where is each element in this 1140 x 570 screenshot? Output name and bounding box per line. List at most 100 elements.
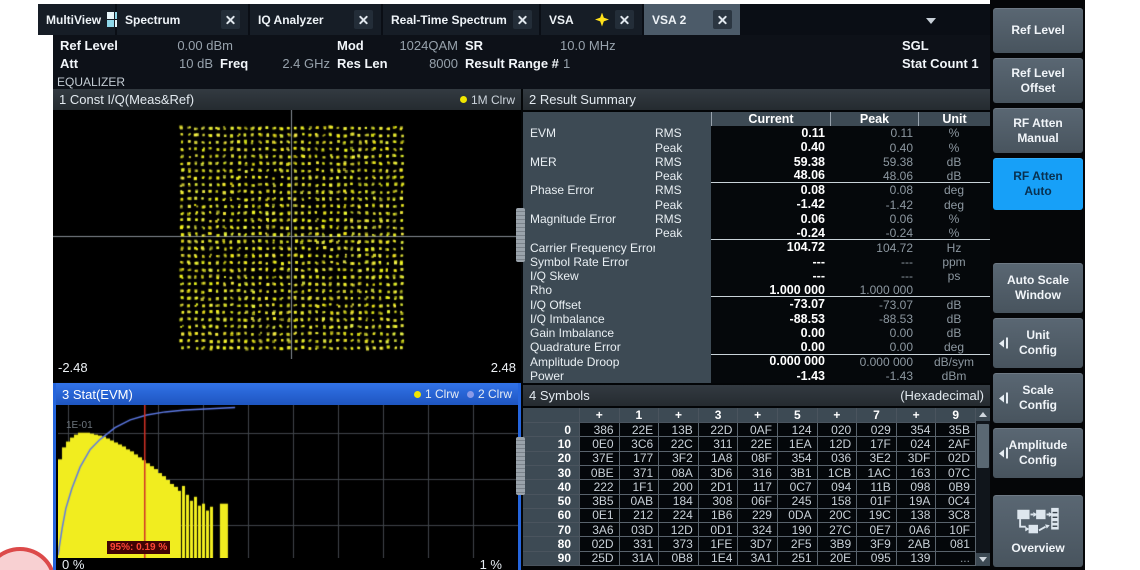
softkey-auto-scale-window[interactable]: Auto Scale Window <box>993 263 1083 313</box>
softkey-rf-atten-auto[interactable]: RF Atten Auto <box>993 158 1083 210</box>
result-cell-sb: Peak <box>655 169 711 183</box>
window3-title: 3 Stat(EVM) <box>62 387 133 402</box>
freq-value[interactable]: 2.4 GHz <box>260 56 330 72</box>
result-cell-cu: --- <box>711 255 830 269</box>
softkey-ref-level[interactable]: Ref Level <box>993 8 1083 53</box>
symbol-cell: 251 <box>778 552 818 566</box>
evm-x-min: 0 % <box>62 558 84 570</box>
tab-spectrum[interactable]: Spectrum <box>117 4 248 35</box>
tab-vsa[interactable]: VSA <box>541 4 642 35</box>
symbol-cell: 12D <box>818 437 858 451</box>
evm-histogram-plot[interactable]: 1E-01 95%: 0.19 % <box>58 405 518 558</box>
symbol-cell: 1A8 <box>699 452 739 466</box>
symbol-col-header: + <box>580 408 620 423</box>
symbol-cell: 13B <box>659 423 699 437</box>
symbol-cell: 316 <box>738 466 778 480</box>
result-cell-nm <box>523 226 655 240</box>
symbol-cell: 2F5 <box>778 537 818 551</box>
result-row: Carrier Frequency Error104.72104.72Hz <box>523 240 990 254</box>
freq-label[interactable]: Freq <box>220 56 248 72</box>
symbol-cell: 0C7 <box>778 480 818 494</box>
result-range-label[interactable]: Result Range # <box>465 56 559 72</box>
tab-iq-analyzer[interactable]: IQ Analyzer <box>250 4 381 35</box>
result-cell-sb <box>655 326 711 340</box>
result-cell-nm <box>523 169 655 183</box>
result-cell-un: deg <box>918 183 990 197</box>
trace-legend-label: 2 Clrw <box>478 387 512 401</box>
submenu-arrow-icon <box>999 448 1008 459</box>
mod-label[interactable]: Mod <box>337 38 364 54</box>
softkey-amplitude-config[interactable]: Amplitude Config <box>993 428 1083 478</box>
result-range-value[interactable]: 1 <box>563 56 570 72</box>
res-len-value[interactable]: 8000 <box>383 56 458 72</box>
result-cell-sb: Peak <box>655 141 711 155</box>
result-row: I/Q Skew------ps <box>523 269 990 283</box>
ref-level-value[interactable]: 0.00 dBm <box>140 38 233 54</box>
window3-title-bar[interactable]: 3 Stat(EVM) 1 Clrw2 Clrw <box>56 383 518 405</box>
symbol-cell: 386 <box>580 423 620 437</box>
result-cell-pk: 48.06 <box>830 169 918 183</box>
att-value[interactable]: 10 dB <box>140 56 213 72</box>
scroll-down-arrow[interactable] <box>976 553 990 566</box>
result-cell-pk: 0.08 <box>830 183 918 197</box>
tab-close-icon[interactable] <box>513 10 532 29</box>
res-len-label[interactable]: Res Len <box>337 56 388 72</box>
softkey-ref-level-offset[interactable]: Ref Level Offset <box>993 58 1083 103</box>
trace-color-dot <box>467 391 474 398</box>
scroll-up-arrow[interactable] <box>976 408 990 421</box>
result-row: Peak0.400.40% <box>523 141 990 155</box>
ref-level-label[interactable]: Ref Level <box>60 38 118 54</box>
softkey-unit-config[interactable]: Unit Config <box>993 318 1083 368</box>
result-cell-un: ps <box>918 269 990 283</box>
vertical-splitter-grip-bottom[interactable] <box>516 437 525 495</box>
result-cell-nm: Carrier Frequency Error <box>523 240 655 254</box>
att-label[interactable]: Att <box>60 56 78 72</box>
symbol-cell: 081 <box>936 537 976 551</box>
mod-value[interactable]: 1024QAM <box>373 38 458 54</box>
result-cell-un: % <box>918 212 990 226</box>
symbol-col-header: + <box>738 408 778 423</box>
tab-overflow-caret[interactable] <box>922 13 940 29</box>
sr-label[interactable]: SR <box>465 38 483 54</box>
tab-close-icon[interactable] <box>713 10 732 29</box>
symbol-cell: 17F <box>857 437 897 451</box>
tab-vsa-2[interactable]: VSA 2 <box>644 4 740 35</box>
window2-title-bar[interactable]: 2 Result Summary <box>523 89 990 110</box>
result-cell-nm: Magnitude Error <box>523 212 655 226</box>
result-cell-cu: 0.000 000 <box>711 355 830 369</box>
symbol-col-header: 7 <box>857 408 897 423</box>
constellation-plot[interactable] <box>53 110 521 359</box>
symbol-cell: 0D1 <box>699 523 739 537</box>
sr-value[interactable]: 10.0 MHz <box>560 38 616 54</box>
symbol-row-index: 90 <box>523 552 580 566</box>
result-cell-nm: Power <box>523 369 655 383</box>
softkey-rf-atten-manual[interactable]: RF Atten Manual <box>993 108 1083 153</box>
symbol-cell: 0B8 <box>659 552 699 566</box>
symbol-col-header: 9 <box>936 408 976 423</box>
symbol-cell: 1AC <box>857 466 897 480</box>
result-cell-cu: 0.00 <box>711 340 830 354</box>
softkey-scale-config[interactable]: Scale Config <box>993 373 1083 423</box>
symbol-row-index: 40 <box>523 480 580 494</box>
window1-title-bar[interactable]: 1 Const I/Q(Meas&Ref) 1M Clrw <box>53 89 521 110</box>
softkey-label: Amplitude Config <box>1009 438 1068 468</box>
sgl-indicator: SGL <box>902 38 929 54</box>
result-row: I/Q Imbalance-88.53-88.53dB <box>523 312 990 326</box>
tab-real-time-spectrum[interactable]: Real-Time Spectrum <box>383 4 539 35</box>
symbol-cell: 27C <box>818 523 858 537</box>
vertical-splitter-grip-top[interactable] <box>516 208 525 262</box>
tab-close-icon[interactable] <box>354 10 373 29</box>
symbol-cell: 1F1 <box>620 480 660 494</box>
symbol-cell: 19C <box>857 509 897 523</box>
softkey-overview[interactable]: Overview <box>993 495 1083 567</box>
tab-close-icon[interactable] <box>615 10 634 29</box>
trace1-legend-label: 1M Clrw <box>471 93 515 107</box>
window4-title-bar[interactable]: 4 Symbols (Hexadecimal) <box>523 385 990 406</box>
result-row: Peak48.0648.06dB <box>523 169 990 183</box>
result-cell-cu: -1.42 <box>711 198 830 212</box>
tab-multiview[interactable]: MultiView <box>38 4 115 35</box>
result-cell-nm: Gain Imbalance <box>523 326 655 340</box>
result-cell-un: % <box>918 226 990 240</box>
tab-close-icon[interactable] <box>221 10 240 29</box>
scrollbar-handle[interactable] <box>977 424 989 468</box>
